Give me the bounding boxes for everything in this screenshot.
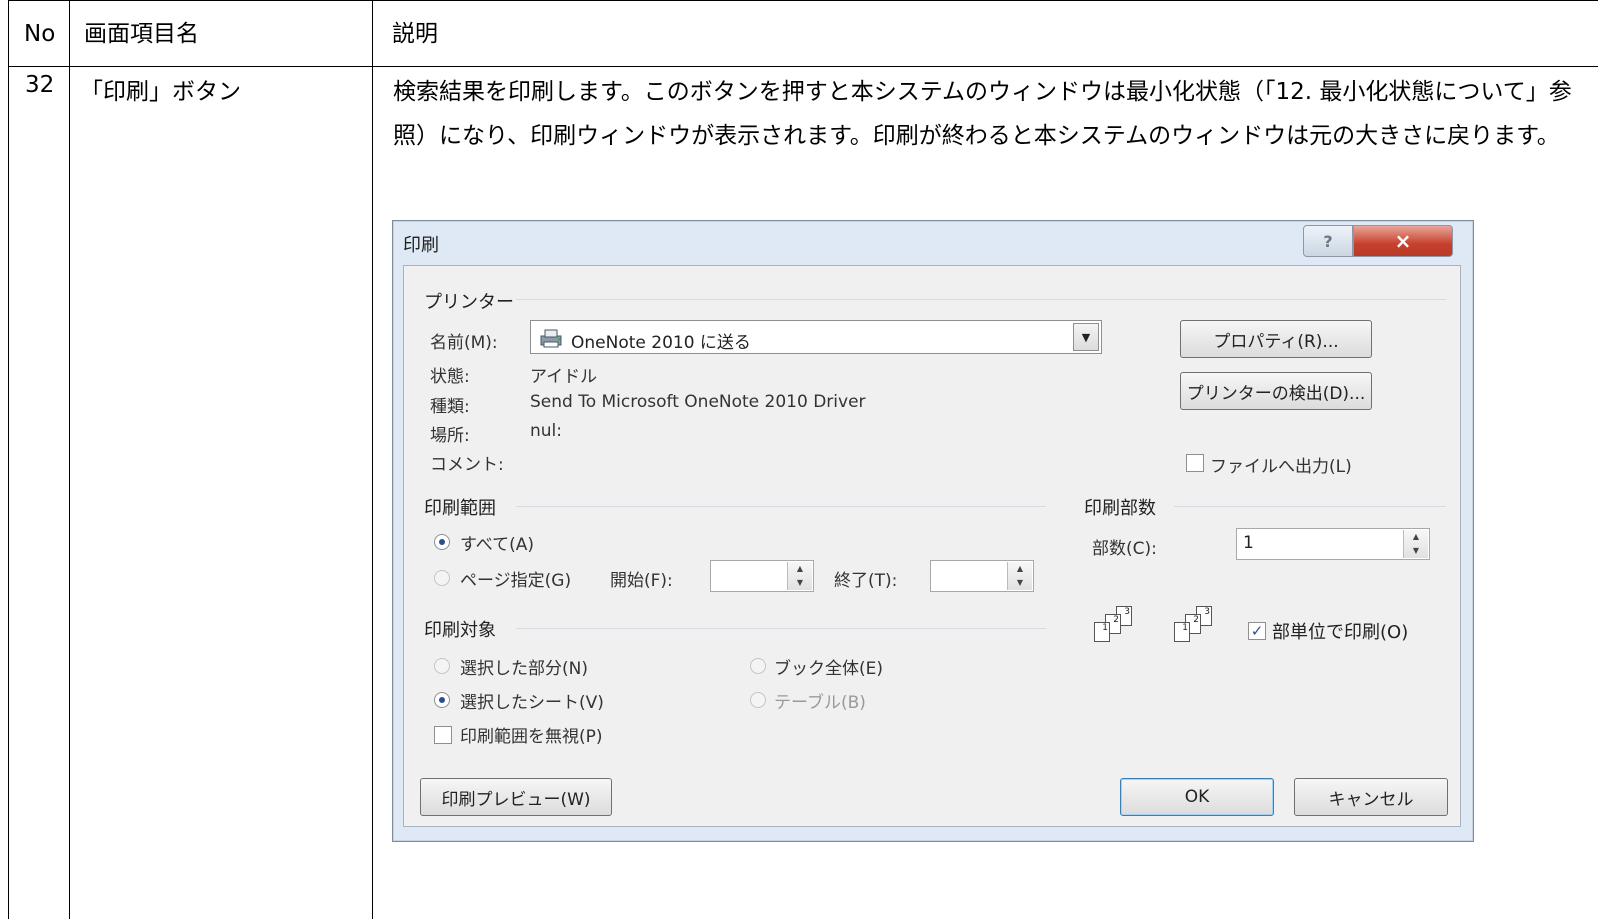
- range-from-spinner[interactable]: ▲ ▼: [710, 560, 814, 592]
- ignore-print-areas-checkbox[interactable]: [434, 726, 452, 744]
- comment-label: コメント:: [430, 455, 504, 475]
- printer-icon: [540, 329, 562, 348]
- dialog-client-area: プリンター 名前(M): OneNote 2010 に送る ▼ 状態: アイドル…: [403, 265, 1461, 827]
- type-value: Send To Microsoft OneNote 2010 Driver: [530, 392, 866, 412]
- collate-icon: 321: [1094, 606, 1154, 650]
- row-description: 検索結果を印刷します。このボタンを押すと本システムのウィンドウは最小化状態（「1…: [393, 79, 1572, 149]
- spinner-arrows-icon[interactable]: ▲ ▼: [787, 562, 812, 590]
- print-dialog: 印刷 ? × プリンター 名前(M): OneNote 2010 に送る ▼ 状…: [392, 220, 1474, 842]
- location-label: 場所:: [430, 426, 470, 446]
- copies-count-value: 1: [1243, 533, 1254, 553]
- printer-name-select[interactable]: OneNote 2010 に送る ▼: [530, 320, 1102, 354]
- table-border-top: [8, 0, 1598, 1]
- spinner-arrows-icon[interactable]: ▲ ▼: [1007, 562, 1032, 590]
- printer-group-label: プリンター: [424, 292, 514, 313]
- target-sheets-label: 選択したシート(V): [460, 693, 604, 713]
- find-printer-button[interactable]: プリンターの検出(D)...: [1180, 372, 1372, 410]
- target-table-radio[interactable]: [750, 692, 766, 708]
- printer-group-line: [516, 299, 1446, 300]
- print-preview-button[interactable]: 印刷プレビュー(W): [420, 778, 612, 816]
- collate-label: 部単位で印刷(O): [1272, 622, 1409, 643]
- copies-group-line: [1174, 506, 1446, 507]
- header-no: No: [24, 21, 56, 47]
- range-from-label: 開始(F):: [610, 571, 673, 591]
- help-icon[interactable]: ?: [1303, 225, 1353, 257]
- cancel-button[interactable]: キャンセル: [1294, 778, 1448, 816]
- printer-name-value: OneNote 2010 に送る: [571, 333, 751, 353]
- copies-count-spinner[interactable]: 1 ▲ ▼: [1236, 528, 1430, 560]
- print-target-line: [516, 628, 1046, 629]
- range-pages-radio[interactable]: [434, 570, 450, 586]
- copies-count-label: 部数(C):: [1092, 539, 1157, 559]
- print-to-file-checkbox[interactable]: [1186, 454, 1204, 472]
- range-all-label: すべて(A): [460, 535, 535, 555]
- type-label: 種類:: [430, 397, 470, 417]
- print-range-label: 印刷範囲: [424, 498, 496, 519]
- header-item-name: 画面項目名: [84, 21, 199, 47]
- target-workbook-radio[interactable]: [750, 658, 766, 674]
- table-divider-2: [372, 0, 373, 919]
- row-no: 32: [25, 72, 55, 98]
- row-item-name: 「印刷」ボタン: [80, 79, 241, 105]
- target-selection-label: 選択した部分(N): [460, 659, 588, 679]
- target-selection-radio[interactable]: [434, 658, 450, 674]
- target-workbook-label: ブック全体(E): [774, 659, 884, 679]
- location-value: nul:: [530, 421, 562, 441]
- target-sheets-radio[interactable]: [434, 692, 450, 708]
- spinner-arrows-icon[interactable]: ▲ ▼: [1403, 530, 1428, 558]
- close-icon[interactable]: ×: [1353, 225, 1453, 257]
- range-to-spinner[interactable]: ▲ ▼: [930, 560, 1034, 592]
- table-border-left: [8, 0, 9, 919]
- dialog-title: 印刷: [403, 235, 439, 256]
- range-pages-label: ページ指定(G): [460, 571, 572, 591]
- range-all-radio[interactable]: [434, 534, 450, 550]
- collate-checkbox[interactable]: ✓: [1248, 622, 1266, 640]
- print-target-label: 印刷対象: [424, 620, 496, 641]
- collate-icon-2: 321: [1174, 606, 1234, 650]
- printer-name-label: 名前(M):: [430, 333, 498, 353]
- table-divider-1: [69, 0, 70, 919]
- print-range-line: [516, 506, 1046, 507]
- target-table-label: テーブル(B): [774, 693, 866, 713]
- copies-group-label: 印刷部数: [1084, 498, 1156, 519]
- print-to-file-label: ファイルへ出力(L): [1210, 457, 1352, 477]
- status-label: 状態:: [430, 367, 470, 387]
- table-border-header: [8, 66, 1598, 67]
- chevron-down-icon[interactable]: ▼: [1073, 323, 1099, 351]
- status-value: アイドル: [530, 367, 598, 387]
- ok-button[interactable]: OK: [1120, 778, 1274, 816]
- ignore-print-areas-label: 印刷範囲を無視(P): [460, 727, 603, 747]
- properties-button[interactable]: プロパティ(R)...: [1180, 320, 1372, 358]
- range-to-label: 終了(T):: [834, 571, 898, 591]
- header-description: 説明: [392, 21, 438, 47]
